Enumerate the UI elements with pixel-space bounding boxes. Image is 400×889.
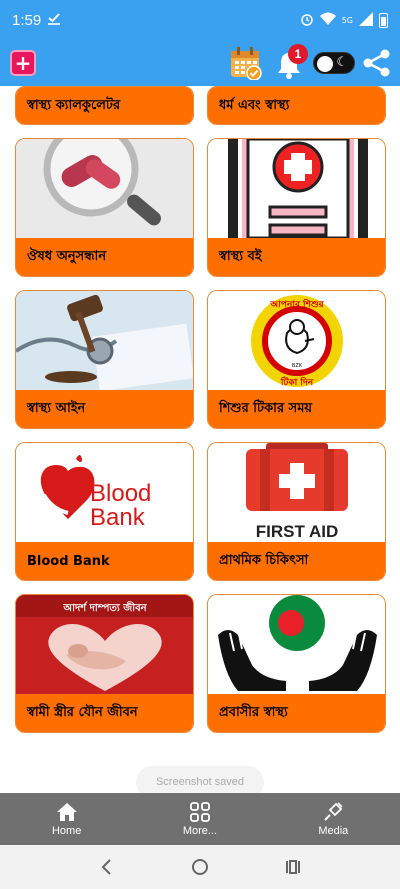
share-icon[interactable] — [362, 48, 392, 78]
dark-mode-toggle[interactable]: ☾ — [313, 52, 355, 74]
card-label: স্বাস্থ্য বই — [208, 238, 385, 276]
medicine-search-icon — [16, 139, 193, 238]
download-check-icon — [47, 11, 61, 29]
card-label: ঔষধ অনুসন্ধান — [16, 238, 193, 276]
vaccine-ring-top-text: আপনার শিশুর — [269, 298, 324, 310]
back-icon[interactable] — [98, 858, 116, 876]
blood-bank-text-2: Bank — [90, 504, 146, 531]
nav-more[interactable]: More... — [150, 801, 250, 837]
card-couple-life[interactable]: আদর্শ দাম্পত্য জীবন স্বামী স্ত্রীর যৌন জ… — [15, 594, 194, 733]
notification-badge: 1 — [288, 44, 308, 64]
child-vaccine-icon: BZK আপনার শিশুর টিকা দিন — [208, 291, 385, 390]
nav-home-label: Home — [51, 825, 82, 837]
card-health-law[interactable]: স্বাস্থ্য আইন — [15, 290, 194, 429]
network-type: 5G — [341, 15, 353, 25]
battery-icon — [379, 12, 388, 28]
recents-icon[interactable] — [284, 858, 302, 876]
card-label: স্বাস্থ্য ক্যালকুলেটর — [16, 87, 193, 124]
plug-icon — [324, 802, 343, 821]
card-label: স্বাস্থ্য আইন — [16, 390, 193, 428]
health-book-icon — [208, 139, 385, 238]
couple-life-icon: আদর্শ দাম্পত্য জীবন — [16, 595, 193, 694]
first-aid-text: FIRST AID — [256, 522, 338, 541]
nav-media-label: Media — [318, 825, 349, 837]
card-label: ধর্ম এবং স্বাস্থ্য — [208, 87, 385, 124]
notification-bell[interactable]: 1 — [276, 44, 308, 80]
card-expatriate-health[interactable]: প্রবাসীর স্বাস্থ্য — [207, 594, 386, 733]
blood-bank-icon: Blood Bank — [16, 443, 193, 542]
app-logo-icon[interactable]: + — [10, 50, 36, 76]
card-label: প্রবাসীর স্বাস্থ্য — [208, 694, 385, 732]
card-label: শিশুর টিকার সময় — [208, 390, 385, 428]
alarm-icon — [300, 12, 314, 29]
card-label: স্বামী স্ত্রীর যৌন জীবন — [16, 694, 193, 732]
status-bar: 1:59 5G — [0, 0, 400, 40]
card-health-calculator[interactable]: স্বাস্থ্য ক্যালকুলেটর — [15, 86, 194, 125]
blood-bank-text-1: Blood — [90, 480, 151, 507]
home-icon — [56, 803, 77, 821]
vaccine-center-text: BZK — [292, 363, 303, 369]
card-religion-health[interactable]: ধর্ম এবং স্বাস্থ্য — [207, 86, 386, 125]
card-child-vaccine[interactable]: BZK আপনার শিশুর টিকা দিন শিশুর টিকার সময… — [207, 290, 386, 429]
card-label: প্রাথমিক চিকিৎসা — [208, 542, 385, 580]
bottom-navigation: Home More... Media — [0, 793, 400, 845]
system-navigation — [0, 845, 400, 889]
signal-icon — [359, 11, 373, 29]
card-first-aid[interactable]: FIRST AID প্রাথমিক চিকিৎসা — [207, 442, 386, 581]
card-medicine-search[interactable]: ঔষধ অনুসন্ধান — [15, 138, 194, 277]
home-circle-icon[interactable] — [191, 858, 209, 876]
toggle-knob — [317, 56, 333, 72]
first-aid-icon: FIRST AID — [208, 443, 385, 542]
calendar-check-icon[interactable] — [230, 46, 262, 80]
nav-media[interactable]: Media — [283, 801, 383, 837]
moon-icon: ☾ — [336, 55, 348, 70]
couple-book-title: আদর্শ দাম্পত্য জীবন — [62, 600, 147, 614]
card-blood-bank[interactable]: Blood Bank Blood Bank — [15, 442, 194, 581]
health-law-icon — [16, 291, 193, 390]
wifi-icon — [319, 12, 336, 29]
expatriate-health-icon — [208, 595, 385, 694]
card-label: Blood Bank — [16, 542, 193, 580]
grid-icon — [190, 802, 210, 822]
app-bar: + 1 ☾ — [0, 40, 400, 86]
nav-home[interactable]: Home — [17, 801, 117, 837]
clock: 1:59 — [12, 11, 42, 29]
nav-more-label: More... — [182, 825, 218, 837]
card-health-book[interactable]: স্বাস্থ্য বই — [207, 138, 386, 277]
